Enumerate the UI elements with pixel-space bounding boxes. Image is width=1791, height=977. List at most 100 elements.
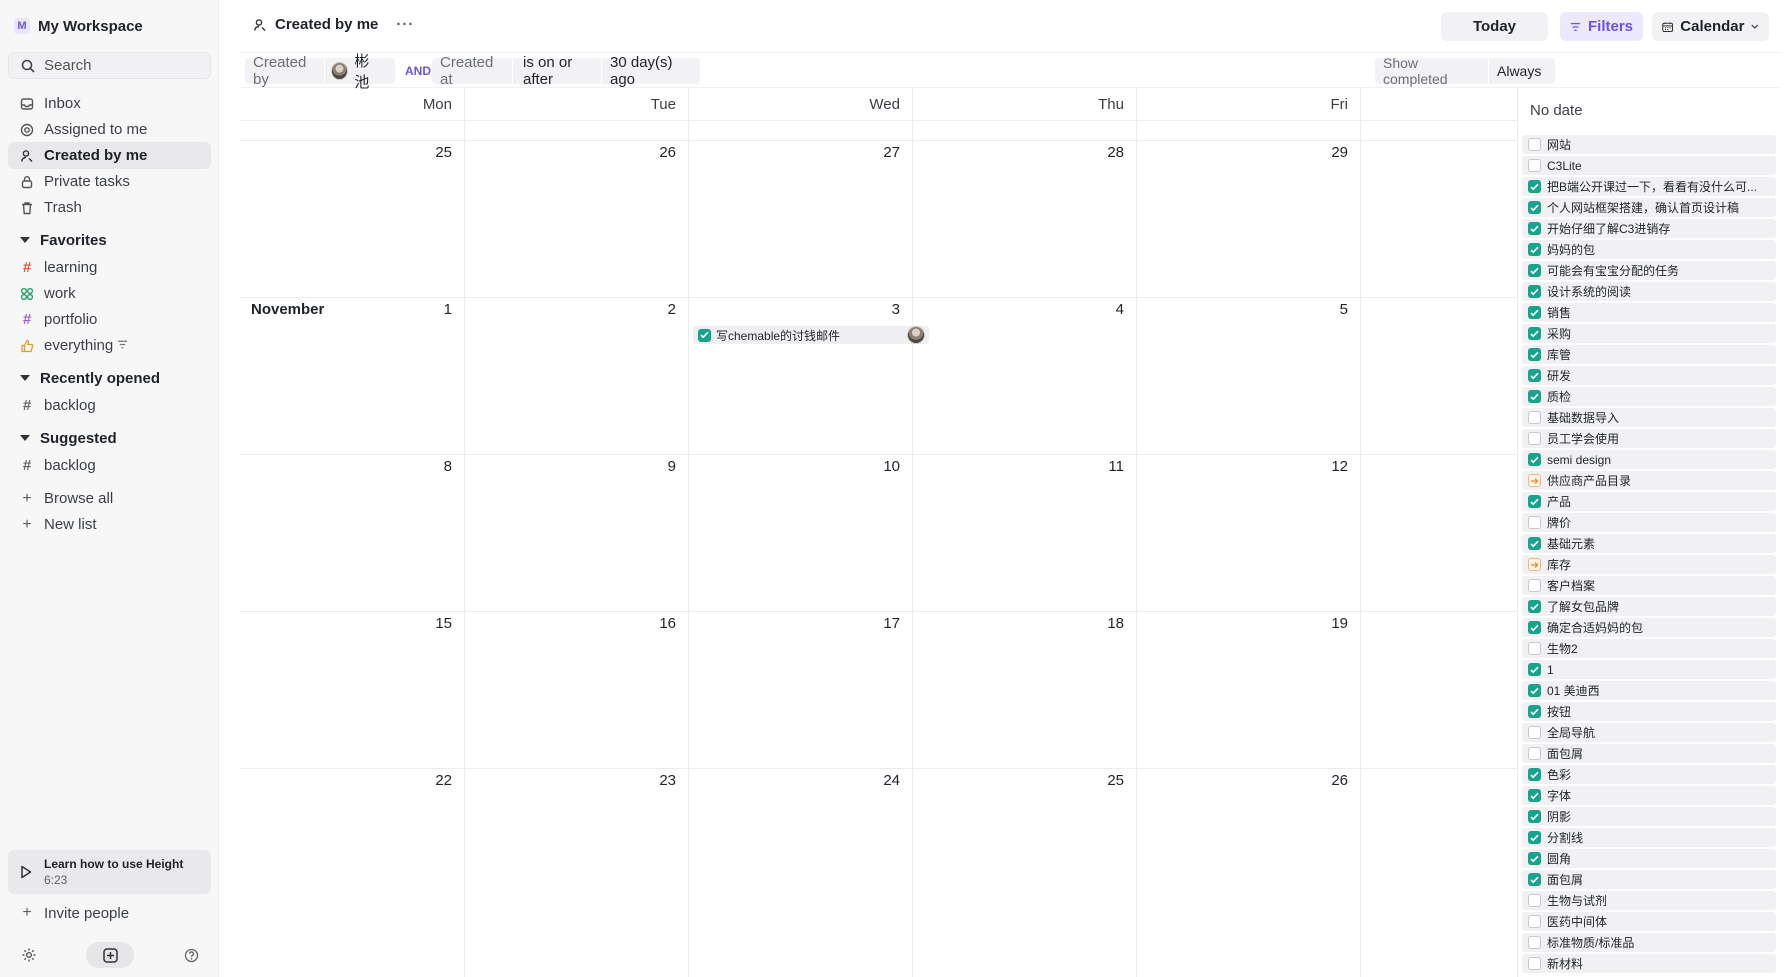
task-item[interactable]: 分割线 bbox=[1522, 828, 1776, 847]
task-item[interactable]: 字体 bbox=[1522, 786, 1776, 805]
task-item[interactable]: 按钮 bbox=[1522, 702, 1776, 721]
checkbox-empty-icon[interactable] bbox=[1528, 936, 1541, 949]
sidebar-item-everything[interactable]: everything bbox=[8, 332, 211, 359]
task-item[interactable]: 色彩 bbox=[1522, 765, 1776, 784]
search-input[interactable]: Search bbox=[8, 52, 211, 79]
checkbox-empty-icon[interactable] bbox=[1528, 915, 1541, 928]
checkbox-checked-icon[interactable] bbox=[1528, 180, 1541, 193]
task-item[interactable]: 质检 bbox=[1522, 387, 1776, 406]
checkbox-empty-icon[interactable] bbox=[1528, 747, 1541, 760]
task-item[interactable]: 可能会有宝宝分配的任务 bbox=[1522, 261, 1776, 280]
day-number[interactable]: 5 bbox=[1308, 301, 1348, 318]
day-number[interactable]: 1 bbox=[412, 301, 452, 318]
checkbox-checked-icon[interactable] bbox=[1528, 621, 1541, 634]
day-number[interactable]: 8 bbox=[412, 458, 452, 475]
checkbox-checked-icon[interactable] bbox=[1528, 873, 1541, 886]
task-item[interactable]: 采购 bbox=[1522, 324, 1776, 343]
checkbox-checked-icon[interactable] bbox=[1528, 369, 1541, 382]
checkbox-empty-icon[interactable] bbox=[1528, 432, 1541, 445]
suggested-header[interactable]: Suggested bbox=[8, 426, 211, 450]
checkbox-checked-icon[interactable] bbox=[1528, 705, 1541, 718]
browse-all-button[interactable]: + Browse all bbox=[8, 485, 211, 512]
day-number[interactable]: 9 bbox=[636, 458, 676, 475]
checkbox-checked-icon[interactable] bbox=[1528, 243, 1541, 256]
task-item[interactable]: 牌价 bbox=[1522, 513, 1776, 532]
day-number[interactable]: 16 bbox=[636, 615, 676, 632]
task-item[interactable]: 医药中间体 bbox=[1522, 912, 1776, 931]
checkbox-checked-icon[interactable] bbox=[1528, 789, 1541, 802]
filter-operator[interactable]: is on or after bbox=[513, 54, 601, 88]
checkbox-empty-icon[interactable] bbox=[1528, 579, 1541, 592]
task-item[interactable]: 01 美迪西 bbox=[1522, 681, 1776, 700]
workspace-switcher[interactable]: M My Workspace bbox=[14, 14, 143, 38]
filter-value-user[interactable]: 彬 池 bbox=[325, 53, 395, 91]
day-number[interactable]: 25 bbox=[1084, 772, 1124, 789]
sidebar-item-learning[interactable]: # learning bbox=[8, 254, 211, 281]
day-number[interactable]: 12 bbox=[1308, 458, 1348, 475]
filters-button[interactable]: Filters bbox=[1560, 12, 1643, 41]
checkbox-checked-icon[interactable] bbox=[1528, 285, 1541, 298]
settings-button[interactable] bbox=[16, 942, 42, 968]
day-number[interactable]: 15 bbox=[412, 615, 452, 632]
more-options-button[interactable]: ··· bbox=[396, 16, 414, 33]
sidebar-item-assigned[interactable]: Assigned to me bbox=[8, 116, 211, 143]
checkbox-checked-icon[interactable] bbox=[1528, 831, 1541, 844]
sidebar-item-created-by-me[interactable]: Created by me bbox=[8, 142, 211, 169]
filter-field-created-at[interactable]: Created at bbox=[432, 54, 512, 88]
checkbox-checked-icon[interactable] bbox=[1528, 810, 1541, 823]
task-item[interactable]: 设计系统的阅读 bbox=[1522, 282, 1776, 301]
checkbox-checked-icon[interactable] bbox=[1528, 495, 1541, 508]
learn-video-card[interactable]: Learn how to use Height 6:23 bbox=[8, 850, 211, 894]
favorites-header[interactable]: Favorites bbox=[8, 228, 211, 252]
checkbox-checked-icon[interactable] bbox=[1528, 264, 1541, 277]
day-number[interactable]: 29 bbox=[1308, 144, 1348, 161]
day-number[interactable]: 3 bbox=[860, 301, 900, 318]
task-item[interactable]: 全局导航 bbox=[1522, 723, 1776, 742]
checkbox-empty-icon[interactable] bbox=[1528, 159, 1541, 172]
day-number[interactable]: 4 bbox=[1084, 301, 1124, 318]
task-item[interactable]: 库管 bbox=[1522, 345, 1776, 364]
recently-opened-header[interactable]: Recently opened bbox=[8, 366, 211, 390]
sidebar-item-backlog-recent[interactable]: # backlog bbox=[8, 392, 211, 419]
checkbox-empty-icon[interactable] bbox=[1528, 726, 1541, 739]
day-number[interactable]: 23 bbox=[636, 772, 676, 789]
task-item[interactable]: 圆角 bbox=[1522, 849, 1776, 868]
checkbox-empty-icon[interactable] bbox=[1528, 894, 1541, 907]
help-button[interactable] bbox=[178, 942, 204, 968]
task-item[interactable]: 把B端公开课过一下，看看有没什么可... bbox=[1522, 177, 1776, 196]
task-item[interactable]: 生物2 bbox=[1522, 639, 1776, 658]
checkbox-checked-icon[interactable] bbox=[1528, 663, 1541, 676]
task-item[interactable]: 产品 bbox=[1522, 492, 1776, 511]
show-completed-select[interactable]: Always bbox=[1489, 58, 1555, 84]
day-number[interactable]: 24 bbox=[860, 772, 900, 789]
checkbox-empty-icon[interactable] bbox=[1528, 411, 1541, 424]
task-item[interactable]: 供应商产品目录 bbox=[1522, 471, 1776, 490]
filter-conjunction[interactable]: AND bbox=[405, 64, 431, 78]
checkbox-checked-icon[interactable] bbox=[1528, 768, 1541, 781]
task-item[interactable]: 基础元素 bbox=[1522, 534, 1776, 553]
day-number[interactable]: 26 bbox=[1308, 772, 1348, 789]
task-item[interactable]: 面包屑 bbox=[1522, 744, 1776, 763]
task-item[interactable]: 网站 bbox=[1522, 135, 1776, 154]
checkbox-empty-icon[interactable] bbox=[1528, 516, 1541, 529]
task-item[interactable]: 妈妈的包 bbox=[1522, 240, 1776, 259]
checkbox-checked-icon[interactable] bbox=[1528, 390, 1541, 403]
checkbox-checked-icon[interactable] bbox=[1528, 600, 1541, 613]
task-item[interactable]: 库存 bbox=[1522, 555, 1776, 574]
task-item[interactable]: 确定合适妈妈的包 bbox=[1522, 618, 1776, 637]
task-item[interactable]: 员工学会使用 bbox=[1522, 429, 1776, 448]
task-item[interactable]: 新材料 bbox=[1522, 954, 1776, 973]
task-item[interactable]: 销售 bbox=[1522, 303, 1776, 322]
sidebar-item-work[interactable]: work bbox=[8, 280, 211, 307]
sidebar-item-inbox[interactable]: Inbox bbox=[8, 90, 211, 117]
new-task-button[interactable] bbox=[86, 942, 134, 968]
task-item[interactable]: C3Lite bbox=[1522, 156, 1776, 175]
filter-field-created-by[interactable]: Created by bbox=[245, 54, 324, 88]
task-item[interactable]: 面包屑 bbox=[1522, 870, 1776, 889]
task-item[interactable]: 1 bbox=[1522, 660, 1776, 679]
task-item[interactable]: 基础数据导入 bbox=[1522, 408, 1776, 427]
in-progress-arrow-icon[interactable] bbox=[1528, 474, 1541, 487]
day-number[interactable]: 26 bbox=[636, 144, 676, 161]
in-progress-arrow-icon[interactable] bbox=[1528, 558, 1541, 571]
day-number[interactable]: 27 bbox=[860, 144, 900, 161]
